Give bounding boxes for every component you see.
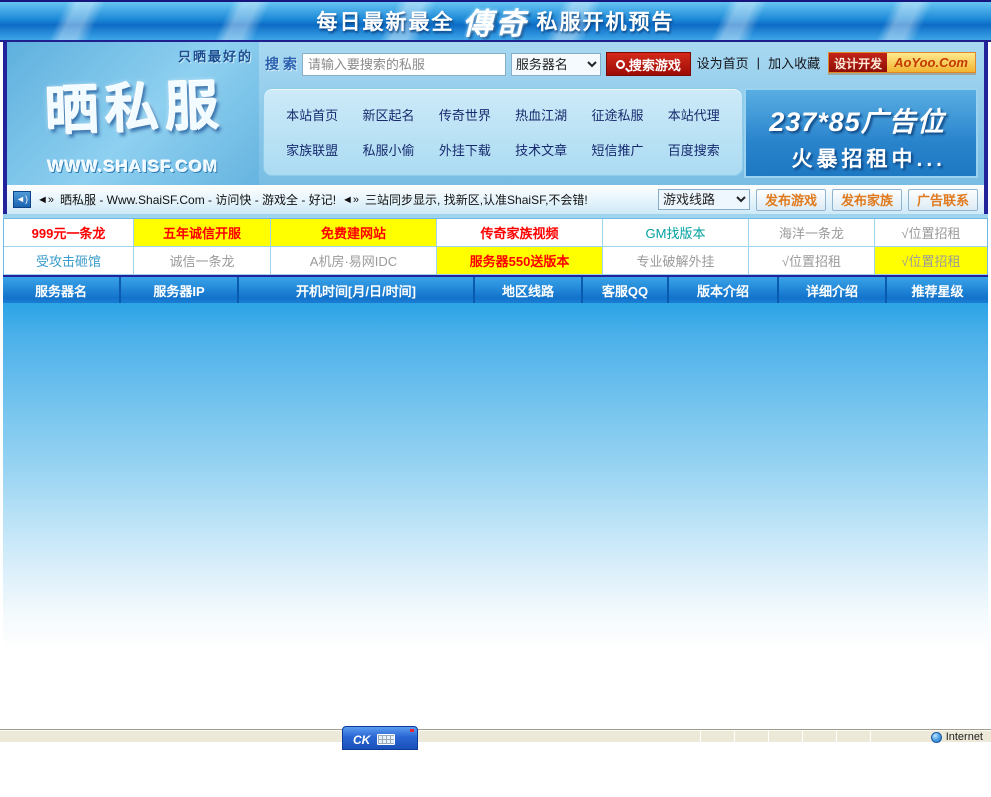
promo-link-1-4[interactable]: 专业破解外挂 (603, 247, 749, 274)
speaker-icon: ◄) (13, 191, 31, 208)
designer-badge-site: AoYoo.Com (887, 53, 975, 72)
notice-bar: ◄) ◄» 晒私服 - Www.ShaiSF.Com - 访问快 - 游戏全 -… (7, 185, 984, 214)
server-table-header: 服务器名服务器IP开机时间[月/日/时间]地区线路客服QQ版本介绍详细介绍推荐星… (3, 275, 988, 303)
search-label: 搜 索 (265, 54, 297, 74)
ime-toolbar[interactable]: CK (342, 726, 418, 750)
ad-slot-size: 237*85广告位 (746, 100, 968, 139)
site-header: 只晒最好的 晒私服 WWW.SHAISF.COM 搜 索 服务器名 搜索游戏 设… (7, 42, 984, 185)
promo-link-1-5[interactable]: √位置招租 (749, 247, 875, 274)
table-column-header-7: 推荐星级 (887, 277, 988, 303)
table-column-header-2: 开机时间[月/日/时间] (239, 277, 475, 303)
page-frame: 只晒最好的 晒私服 WWW.SHAISF.COM 搜 索 服务器名 搜索游戏 设… (3, 42, 988, 729)
promo-link-0-2[interactable]: 免费建网站 (271, 219, 437, 246)
nav-menu: 本站首页新区起名传奇世界热血江湖征途私服本站代理家族联盟私服小偷外挂下载技术文章… (263, 88, 743, 176)
nav-link-0-1[interactable]: 新区起名 (350, 105, 426, 124)
search-type-select[interactable]: 服务器名 (511, 53, 601, 76)
search-bar: 搜 索 服务器名 搜索游戏 (265, 51, 691, 77)
promo-row-1: 受攻击砸馆诚信一条龙A机房·易网IDC服务器550送版本专业破解外挂√位置招租√… (4, 247, 987, 275)
promo-link-0-4[interactable]: GM找版本 (603, 219, 749, 246)
nav-link-0-5[interactable]: 本站代理 (656, 105, 732, 124)
promo-link-1-1[interactable]: 诚信一条龙 (134, 247, 271, 274)
marquee-arrow-icon: ◄» (37, 194, 54, 206)
banner-text-suffix: 私服开机预告 (537, 6, 675, 36)
banner-text-highlight: 傳奇 (463, 0, 529, 43)
table-column-header-4: 客服QQ (583, 277, 669, 303)
keyboard-icon[interactable] (377, 734, 395, 745)
ime-mode-label: CK (353, 733, 370, 747)
table-column-header-3: 地区线路 (475, 277, 583, 303)
logo-title: 晒私服 (14, 60, 257, 147)
notice-button-2[interactable]: 广告联系 (908, 189, 978, 211)
nav-link-1-5[interactable]: 百度搜索 (656, 140, 732, 159)
nav-link-1-4[interactable]: 短信推广 (579, 140, 655, 159)
designer-badge-label: 设计开发 (829, 53, 887, 72)
ad-slot[interactable]: 237*85广告位 火暴招租中... (744, 88, 978, 178)
notice-button-1[interactable]: 发布家族 (832, 189, 902, 211)
ime-close-icon[interactable] (410, 729, 414, 732)
promo-row-0: 999元一条龙五年诚信开服免费建网站传奇家族视频GM找版本海洋一条龙√位置招租 (4, 219, 987, 247)
search-input[interactable] (302, 53, 506, 76)
set-home-link[interactable]: 设为首页 (697, 53, 749, 72)
banner-text-prefix: 每日最新最全 (317, 6, 455, 36)
marquee-text-2: 三站同步显示, 找新区,认准ShaiSF,不会错! (365, 191, 588, 208)
table-column-header-6: 详细介绍 (779, 277, 887, 303)
table-column-header-0: 服务器名 (3, 277, 121, 303)
promo-link-0-0[interactable]: 999元一条龙 (4, 219, 134, 246)
nav-link-1-3[interactable]: 技术文章 (503, 140, 579, 159)
site-logo[interactable]: 只晒最好的 晒私服 WWW.SHAISF.COM (7, 42, 259, 185)
designer-badge[interactable]: 设计开发 AoYoo.Com (828, 52, 976, 73)
promo-link-1-3[interactable]: 服务器550送版本 (437, 247, 603, 274)
quick-links-divider: | (757, 55, 760, 70)
status-zone: Internet (931, 731, 983, 743)
add-favorite-link[interactable]: 加入收藏 (768, 53, 820, 72)
promo-link-0-3[interactable]: 传奇家族视频 (437, 219, 603, 246)
promo-zone: 999元一条龙五年诚信开服免费建网站传奇家族视频GM找版本海洋一条龙√位置招租受… (3, 214, 988, 275)
promo-link-0-6[interactable]: √位置招租 (875, 219, 987, 246)
table-column-header-5: 版本介绍 (669, 277, 779, 303)
marquee-text-1: 晒私服 - Www.ShaiSF.Com - 访问快 - 游戏全 - 好记! (60, 191, 336, 208)
nav-link-1-1[interactable]: 私服小偷 (350, 140, 426, 159)
ad-slot-cta: 火暴招租中... (746, 143, 968, 173)
promo-link-1-6[interactable]: √位置招租 (875, 247, 987, 274)
nav-link-0-4[interactable]: 征途私服 (579, 105, 655, 124)
server-list-area (3, 303, 988, 668)
notice-buttons: 发布游戏发布家族广告联系 (756, 189, 978, 211)
promo-link-1-2[interactable]: A机房·易网IDC (271, 247, 437, 274)
table-column-header-1: 服务器IP (121, 277, 239, 303)
search-icon (616, 60, 625, 69)
browser-status-bar: Internet (0, 729, 991, 742)
quick-links: 设为首页 | 加入收藏 设计开发 AoYoo.Com (697, 52, 976, 73)
marquee-arrow-icon-2: ◄» (342, 194, 359, 206)
status-zone-label: Internet (946, 731, 983, 743)
promo-link-1-0[interactable]: 受攻击砸馆 (4, 247, 134, 274)
nav-link-0-3[interactable]: 热血江湖 (503, 105, 579, 124)
game-line-select[interactable]: 游戏线路 (658, 189, 750, 210)
nav-link-1-0[interactable]: 家族联盟 (274, 140, 350, 159)
nav-link-0-2[interactable]: 传奇世界 (427, 105, 503, 124)
top-ad-banner[interactable]: 每日最新最全 傳奇 私服开机预告 (0, 0, 991, 42)
promo-link-0-1[interactable]: 五年诚信开服 (134, 219, 271, 246)
nav-link-0-0[interactable]: 本站首页 (274, 105, 350, 124)
search-button-label: 搜索游戏 (629, 55, 681, 74)
search-button[interactable]: 搜索游戏 (606, 52, 691, 76)
internet-globe-icon (931, 732, 942, 743)
promo-link-0-5[interactable]: 海洋一条龙 (749, 219, 875, 246)
notice-button-0[interactable]: 发布游戏 (756, 189, 826, 211)
logo-url: WWW.SHAISF.COM (7, 157, 259, 177)
promo-grid: 999元一条龙五年诚信开服免费建网站传奇家族视频GM找版本海洋一条龙√位置招租受… (3, 218, 988, 275)
status-bar-separators (700, 730, 871, 743)
nav-link-1-2[interactable]: 外挂下载 (427, 140, 503, 159)
